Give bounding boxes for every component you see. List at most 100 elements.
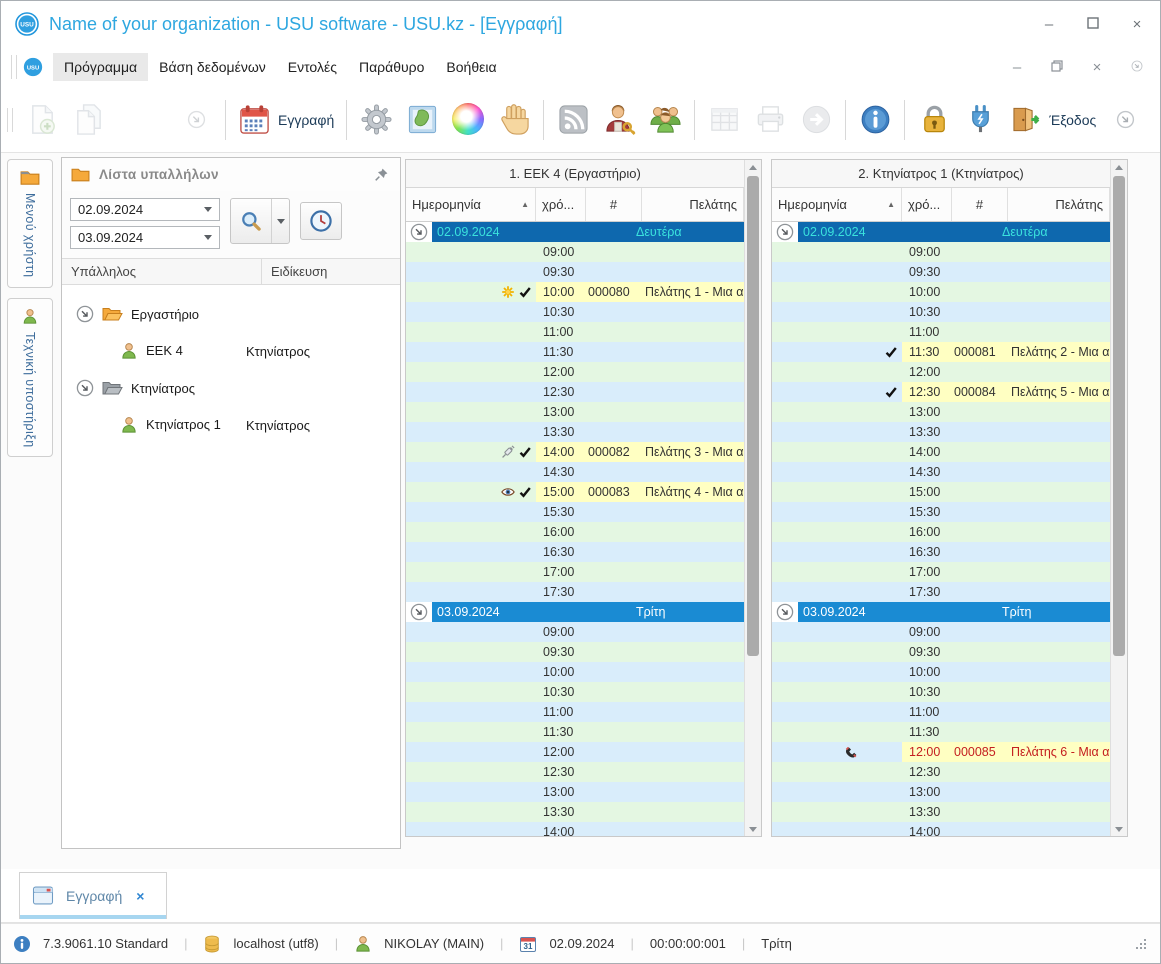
- tree-group-row[interactable]: Κτηνίατρος: [62, 371, 400, 405]
- column-header-time[interactable]: χρό...: [902, 188, 952, 221]
- time-slot-row[interactable]: 10:30: [406, 302, 744, 322]
- time-slot-row[interactable]: 15:30: [772, 502, 1110, 522]
- lock-button[interactable]: [911, 93, 957, 147]
- time-slot-row[interactable]: 09:00: [406, 622, 744, 642]
- day-group-row[interactable]: 02.09.2024 Δευτέρα: [772, 222, 1110, 242]
- time-slot-row[interactable]: 10:00 000080 Πελάτης 1 - Μια α: [406, 282, 744, 302]
- time-slot-row[interactable]: 13:00: [406, 782, 744, 802]
- time-slot-row[interactable]: 13:30: [406, 802, 744, 822]
- tree-employee-row[interactable]: Κτηνίατρος 1 Κτηνίατρος: [62, 405, 400, 445]
- menu-item-2[interactable]: Βάση δεδομένων: [148, 53, 277, 81]
- mdi-close-button[interactable]: ×: [1088, 59, 1106, 76]
- time-slot-row[interactable]: 10:30: [772, 682, 1110, 702]
- time-slot-row[interactable]: 13:00: [772, 402, 1110, 422]
- menu-item-1[interactable]: Πρόγραμμα: [53, 53, 149, 81]
- time-slot-row[interactable]: 12:00 000085 Πελάτης 6 - Μια α: [772, 742, 1110, 762]
- toolbar-grip[interactable]: [11, 55, 17, 79]
- time-slot-row[interactable]: 09:30: [772, 262, 1110, 282]
- exit-button[interactable]: Έξοδος: [1003, 93, 1102, 147]
- time-slot-row[interactable]: 16:00: [772, 522, 1110, 542]
- time-slot-row[interactable]: 12:30 000084 Πελάτης 5 - Μια α: [772, 382, 1110, 402]
- time-slot-row[interactable]: 10:30: [406, 682, 744, 702]
- time-slot-row[interactable]: 14:30: [772, 462, 1110, 482]
- time-slot-row[interactable]: 09:30: [772, 642, 1110, 662]
- time-slot-row[interactable]: 11:30: [772, 722, 1110, 742]
- close-button[interactable]: ×: [1128, 16, 1146, 33]
- about-button[interactable]: [852, 93, 898, 147]
- vertical-scrollbar[interactable]: [1110, 160, 1127, 836]
- time-slot-row[interactable]: 09:30: [406, 642, 744, 662]
- time-slot-row[interactable]: 16:30: [406, 542, 744, 562]
- scroll-up-arrow[interactable]: [745, 160, 761, 174]
- scroll-thumb[interactable]: [747, 176, 759, 656]
- day-group-row[interactable]: 03.09.2024 Τρίτη: [406, 602, 744, 622]
- time-slot-row[interactable]: 12:30: [772, 762, 1110, 782]
- expander-icon[interactable]: [76, 379, 94, 397]
- clock-button[interactable]: [300, 202, 342, 240]
- time-slot-row[interactable]: 17:30: [772, 582, 1110, 602]
- tab-close-icon[interactable]: ×: [136, 888, 144, 904]
- appearance-button[interactable]: [445, 93, 491, 147]
- time-slot-row[interactable]: 16:00: [406, 522, 744, 542]
- scroll-up-arrow[interactable]: [1111, 160, 1127, 174]
- time-slot-row[interactable]: 13:30: [772, 802, 1110, 822]
- time-slot-row[interactable]: 09:00: [772, 242, 1110, 262]
- column-header-number[interactable]: #: [586, 188, 642, 221]
- connection-button[interactable]: [957, 93, 1003, 147]
- time-slot-row[interactable]: 16:30: [772, 542, 1110, 562]
- time-slot-row[interactable]: 14:00: [406, 822, 744, 836]
- time-slot-row[interactable]: 12:00: [406, 742, 744, 762]
- time-slot-row[interactable]: 11:30: [406, 342, 744, 362]
- scroll-down-arrow[interactable]: [745, 822, 761, 836]
- tree-employee-row[interactable]: EEK 4 Κτηνίατρος: [62, 331, 400, 371]
- column-header-date[interactable]: Ημερομηνία ▲: [406, 188, 536, 221]
- expander-icon[interactable]: [776, 223, 794, 241]
- time-slot-row[interactable]: 13:00: [406, 402, 744, 422]
- employees-button[interactable]: [642, 93, 688, 147]
- pin-icon[interactable]: [372, 167, 391, 182]
- record-button[interactable]: Εγγραφή: [232, 93, 340, 147]
- time-slot-row[interactable]: 12:00: [406, 362, 744, 382]
- expander-icon[interactable]: [410, 223, 428, 241]
- time-slot-row[interactable]: 09:00: [772, 622, 1110, 642]
- tree-group-row[interactable]: Εργαστήριο: [62, 297, 400, 331]
- expander-icon[interactable]: [410, 603, 428, 621]
- time-slot-row[interactable]: 15:00: [772, 482, 1110, 502]
- map-button[interactable]: [399, 93, 445, 147]
- time-slot-row[interactable]: 14:00 000082 Πελάτης 3 - Μια α: [406, 442, 744, 462]
- scroll-thumb[interactable]: [1113, 176, 1125, 656]
- minimize-button[interactable]: –: [1040, 16, 1058, 33]
- scroll-down-arrow[interactable]: [1111, 822, 1127, 836]
- menu-item-3[interactable]: Εντολές: [277, 53, 348, 81]
- vertical-scrollbar[interactable]: [744, 160, 761, 836]
- mdi-minimize-button[interactable]: –: [1008, 59, 1026, 76]
- time-slot-row[interactable]: 09:30: [406, 262, 744, 282]
- column-header-date[interactable]: Ημερομηνία ▲: [772, 188, 902, 221]
- search-dropdown[interactable]: [271, 199, 289, 243]
- mdi-restore-button[interactable]: [1048, 59, 1066, 76]
- time-slot-row[interactable]: 12:30: [406, 382, 744, 402]
- time-slot-row[interactable]: 17:00: [772, 562, 1110, 582]
- time-slot-row[interactable]: 10:30: [772, 302, 1110, 322]
- time-slot-row[interactable]: 15:00 000083 Πελάτης 4 - Μια α: [406, 482, 744, 502]
- time-slot-row[interactable]: 13:30: [406, 422, 744, 442]
- column-header-time[interactable]: χρό...: [536, 188, 586, 221]
- overflow-right-button[interactable]: [1102, 93, 1148, 147]
- column-header-specialty[interactable]: Ειδίκευση: [262, 264, 327, 279]
- time-slot-row[interactable]: 14:00: [772, 442, 1110, 462]
- column-header-client[interactable]: Πελάτης: [1008, 188, 1110, 221]
- time-slot-row[interactable]: 10:00: [406, 662, 744, 682]
- expander-icon[interactable]: [776, 603, 794, 621]
- time-slot-row[interactable]: 09:00: [406, 242, 744, 262]
- time-slot-row[interactable]: 17:30: [406, 582, 744, 602]
- day-group-row[interactable]: 02.09.2024 Δευτέρα: [406, 222, 744, 242]
- pan-button[interactable]: [491, 93, 537, 147]
- time-slot-row[interactable]: 10:00: [772, 282, 1110, 302]
- side-tab-1[interactable]: Μενού χρήστη: [7, 159, 53, 288]
- time-slot-row[interactable]: 10:00: [772, 662, 1110, 682]
- time-slot-row[interactable]: 11:00: [772, 702, 1110, 722]
- toolbar-grip[interactable]: [7, 107, 13, 132]
- time-slot-row[interactable]: 13:00: [772, 782, 1110, 802]
- resize-grip[interactable]: [1134, 937, 1148, 951]
- time-slot-row[interactable]: 11:30 000081 Πελάτης 2 - Μια α: [772, 342, 1110, 362]
